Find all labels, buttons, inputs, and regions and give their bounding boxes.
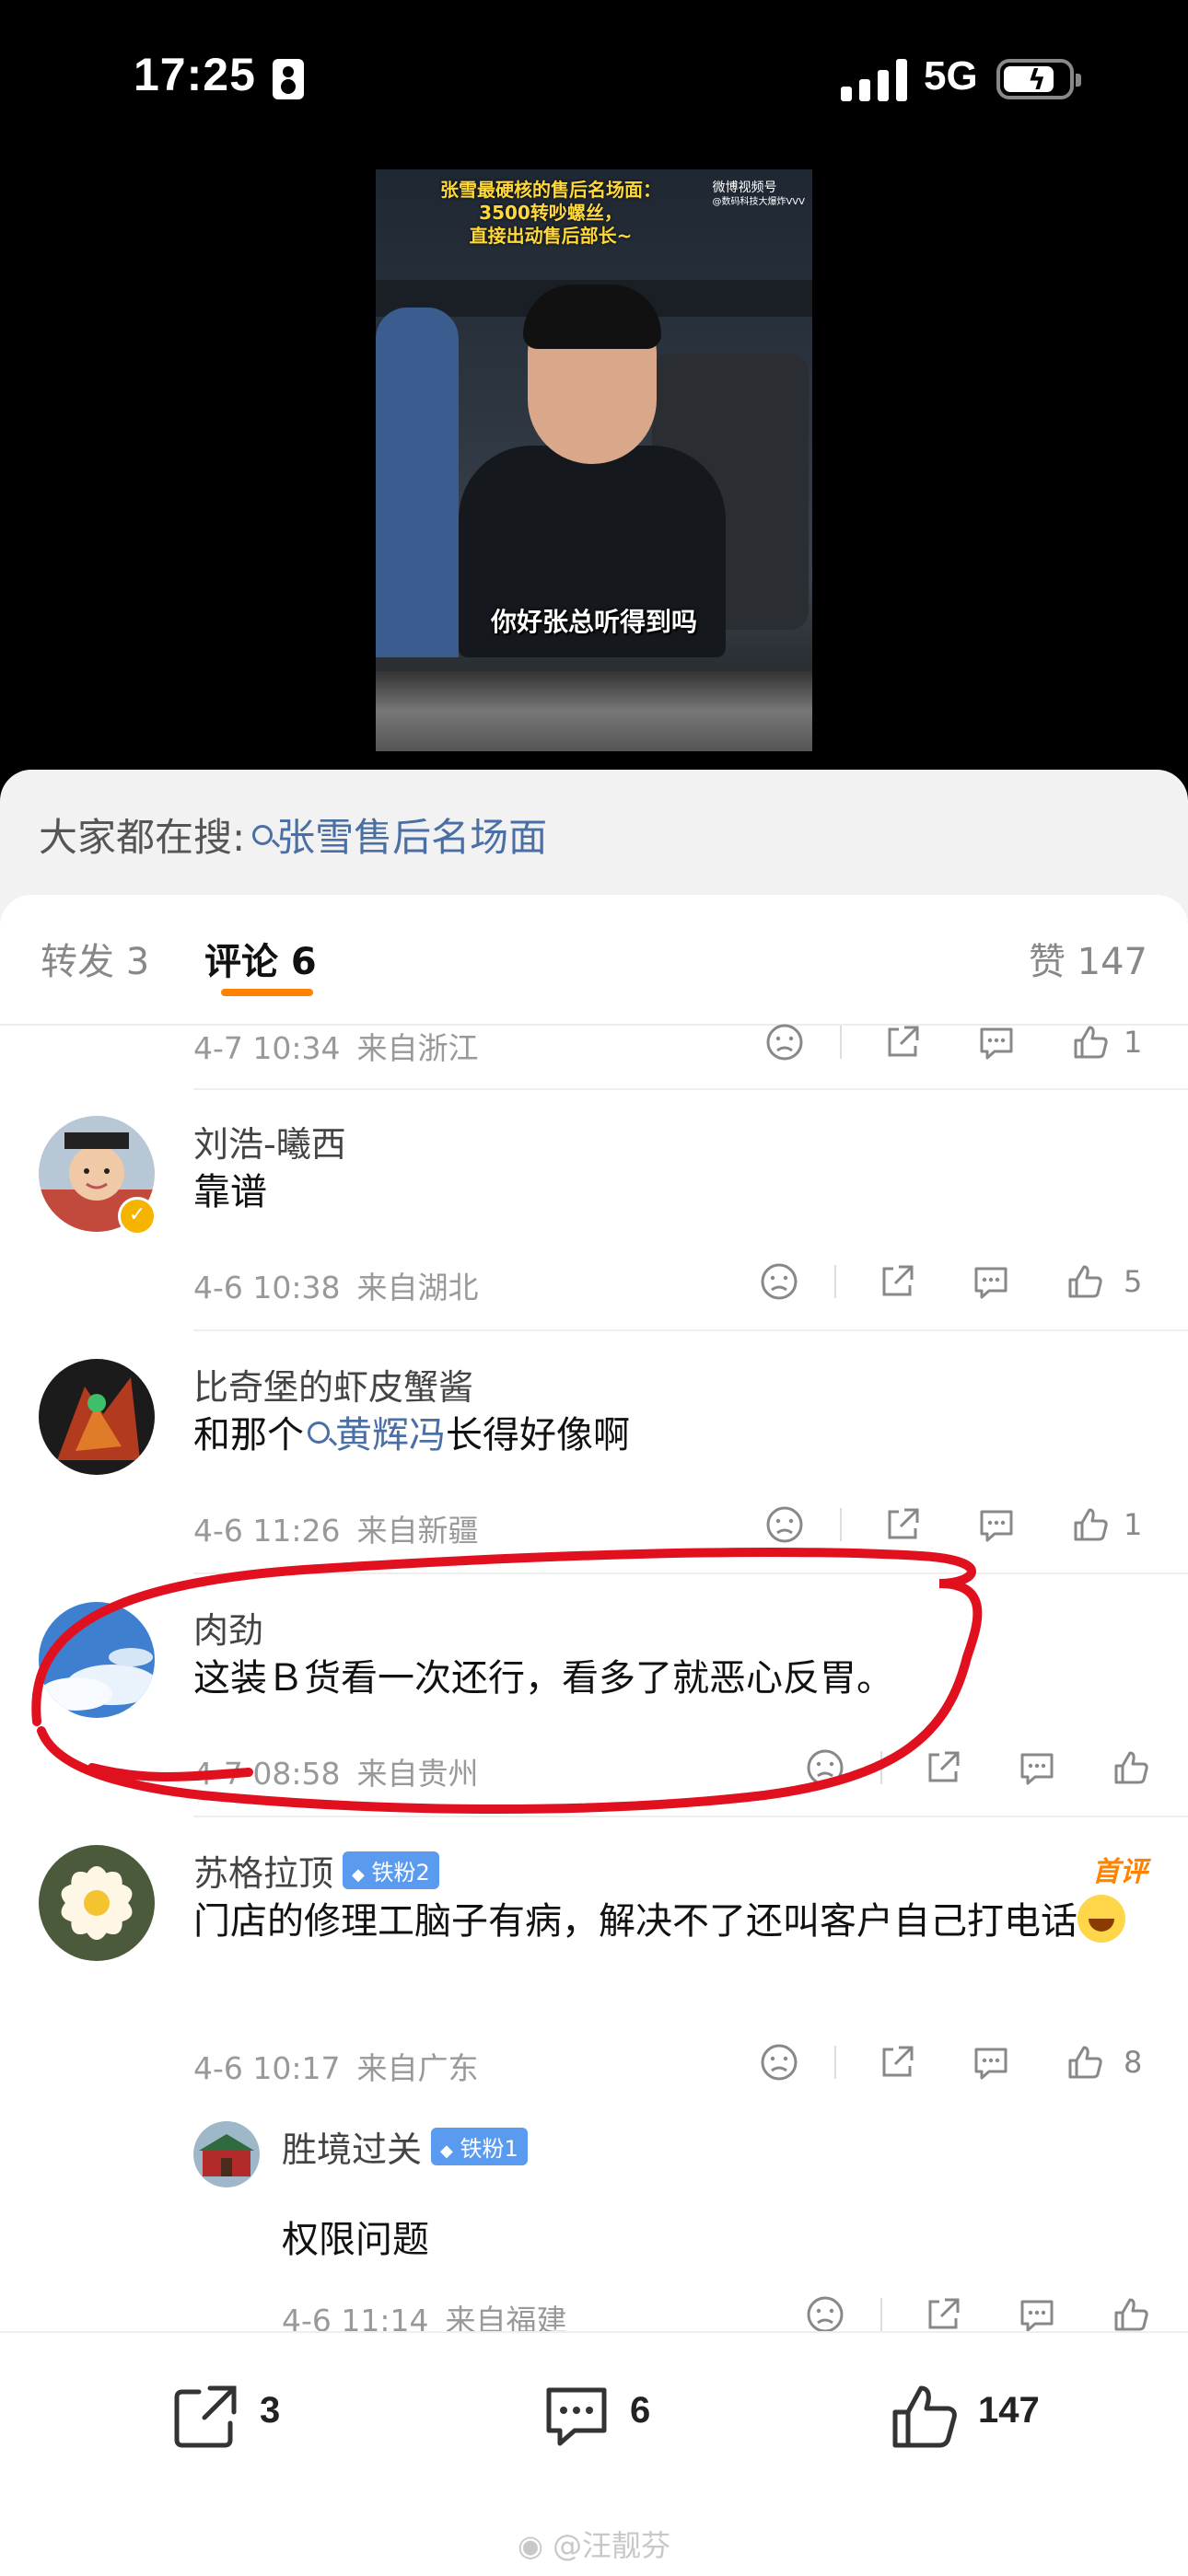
like-count: 5 xyxy=(1124,1264,1143,1299)
share-icon[interactable] xyxy=(882,1504,923,1545)
tab-likes[interactable]: 赞 147 xyxy=(1029,932,1147,985)
comment-meta: 4-6 10:17 来自广东 xyxy=(193,2050,479,2086)
comment-icon[interactable] xyxy=(971,2042,1011,2083)
like-count: 8 xyxy=(1124,2045,1143,2080)
tab-comments[interactable]: 评论 6 xyxy=(204,932,317,985)
list-item: 比奇堡的虾皮蟹酱 和那个 黄辉冯长得好像啊 4-6 11:26 来自新疆 1 xyxy=(0,1359,1188,1598)
dislike-icon[interactable] xyxy=(805,2294,845,2335)
list-item: 4-7 10:34 来自浙江 1 xyxy=(0,1024,1188,1090)
hot-search-link[interactable]: 张雪售后名场面 xyxy=(276,815,547,860)
comment-icon[interactable] xyxy=(971,1261,1011,1302)
comment-text: 这装Ｂ货看一次还行，看多了就恶心反胃。 xyxy=(193,1657,893,1700)
search-icon xyxy=(308,1421,330,1444)
video-subtitle: 你好张总听得到吗 xyxy=(490,607,697,637)
comment-text: 门店的修理工脑子有病，解决不了还叫客户自己打电话 xyxy=(193,1893,1151,1950)
reply-actions xyxy=(805,2294,1151,2335)
repost-button[interactable]: 3 xyxy=(169,2379,308,2453)
search-icon xyxy=(252,825,274,845)
share-icon[interactable] xyxy=(923,1747,963,1788)
video-player[interactable]: 张雪最硬核的售后名场面： 3500转吵螺丝， 直接出动售后部长~ 微博视频号 @… xyxy=(376,169,812,751)
weibo-logo-icon: ◉ xyxy=(517,2528,543,2563)
laugh-cry-emoji-icon xyxy=(1077,1895,1125,1943)
share-icon[interactable] xyxy=(877,2042,917,2083)
like-count: 1 xyxy=(1124,1025,1143,1060)
like-icon[interactable] xyxy=(1070,1022,1111,1062)
dislike-icon[interactable] xyxy=(764,1504,805,1545)
video-watermark: 微博视频号 @数码科技大爆炸VVV xyxy=(712,180,805,207)
network-type: 5G xyxy=(924,53,978,99)
tab-repost[interactable]: 转发 3 xyxy=(41,932,149,985)
list-item: ✓ 刘浩-曦西 靠谱 4-6 10:38 来自湖北 5 xyxy=(0,1116,1188,1355)
like-icon[interactable] xyxy=(1070,1504,1111,1545)
tab-indicator xyxy=(221,989,313,996)
comment-username[interactable]: 苏格拉顶 ◆ 铁粉2 xyxy=(193,1845,439,1896)
comment-icon[interactable] xyxy=(976,1022,1017,1062)
dislike-icon[interactable] xyxy=(759,1261,799,1302)
like-icon xyxy=(892,2385,957,2448)
avatar[interactable] xyxy=(193,2121,260,2187)
battery-icon: ϟ xyxy=(996,59,1081,99)
comment-meta: 4-6 11:26 来自新疆 xyxy=(193,1513,479,1549)
status-bar: 17:25 5G ϟ xyxy=(0,0,1188,166)
like-icon[interactable] xyxy=(1065,1261,1105,1302)
topic-link[interactable]: 黄辉冯 xyxy=(335,1414,446,1456)
comment-username[interactable]: 肉劲 xyxy=(193,1602,263,1653)
repost-icon xyxy=(174,2385,237,2448)
comment-meta: 4-6 10:38 来自湖北 xyxy=(193,1270,479,1305)
tab-bar: 转发 3 评论 6 赞 147 xyxy=(0,895,1188,1026)
bottom-action-bar: 3 6 147 ◉ @汪靓芬 xyxy=(0,2331,1188,2576)
status-time: 17:25 xyxy=(134,49,256,100)
comment-icon[interactable] xyxy=(1017,1747,1057,1788)
avatar[interactable] xyxy=(39,1845,155,1961)
reply-text: 权限问题 xyxy=(282,2219,429,2261)
reply-username[interactable]: 胜境过关 ◆ 铁粉1 xyxy=(282,2121,528,2172)
hot-search-row[interactable]: 大家都在搜: 张雪售后名场面 xyxy=(39,806,547,863)
person-icon xyxy=(273,59,304,99)
avatar[interactable] xyxy=(39,1359,155,1475)
list-item: 肉劲 这装Ｂ货看一次还行，看多了就恶心反胃。 4-7 08:58 来自贵州 xyxy=(0,1602,1188,1841)
comment-username[interactable]: 比奇堡的虾皮蟹酱 xyxy=(193,1359,473,1410)
hot-search-label: 大家都在搜: xyxy=(39,815,246,860)
fan-badge: ◆ 铁粉2 xyxy=(343,1851,439,1889)
comment-actions: 8 xyxy=(759,2042,1151,2083)
list-item: 苏格拉顶 ◆ 铁粉2 首评 门店的修理工脑子有病，解决不了还叫客户自己打电话 4-… xyxy=(0,1845,1188,2232)
comment-actions: 5 xyxy=(759,1261,1151,1302)
dislike-icon[interactable] xyxy=(764,1022,805,1062)
avatar[interactable] xyxy=(39,1602,155,1718)
comment-icon[interactable] xyxy=(976,1504,1017,1545)
share-icon[interactable] xyxy=(882,1022,923,1062)
verified-icon: ✓ xyxy=(118,1197,157,1236)
comment-icon xyxy=(546,2387,607,2446)
comment-button[interactable]: 6 xyxy=(540,2379,678,2453)
fan-badge: ◆ 铁粉1 xyxy=(431,2128,528,2165)
like-icon[interactable] xyxy=(1111,1747,1151,1788)
comment-text: 和那个 黄辉冯长得好像啊 xyxy=(193,1414,630,1456)
like-count: 1 xyxy=(1124,1507,1143,1542)
video-caption: 张雪最硬核的售后名场面： 3500转吵螺丝， 直接出动售后部长~ xyxy=(440,179,661,247)
footer-watermark: ◉ @汪靓芬 xyxy=(517,2528,671,2563)
comment-actions xyxy=(805,1747,1151,1788)
comment-text: 靠谱 xyxy=(193,1171,267,1213)
like-icon[interactable] xyxy=(1065,2042,1105,2083)
first-comment-badge: 首评 xyxy=(1092,1856,1147,1888)
comment-meta: 4-7 08:58 来自贵州 xyxy=(193,1756,479,1792)
signal-icon xyxy=(841,59,907,101)
comment-meta: 4-7 10:34 来自浙江 xyxy=(193,1030,479,1066)
comments-panel: 转发 3 评论 6 赞 147 4-7 10:34 来自浙江 1 ✓ 刘浩-曦西… xyxy=(0,895,1188,2574)
comment-actions: 1 xyxy=(764,1022,1151,1062)
comment-icon[interactable] xyxy=(1017,2294,1057,2335)
like-icon[interactable] xyxy=(1111,2294,1151,2335)
dislike-icon[interactable] xyxy=(759,2042,799,2083)
comment-actions: 1 xyxy=(764,1504,1151,1545)
comment-sheet: 大家都在搜: 张雪售后名场面 转发 3 评论 6 赞 147 4-7 10:34 来… xyxy=(0,770,1188,2574)
like-button[interactable]: 147 xyxy=(888,2379,1072,2453)
comment-username[interactable]: 刘浩-曦西 xyxy=(193,1116,346,1166)
share-icon[interactable] xyxy=(923,2294,963,2335)
dislike-icon[interactable] xyxy=(805,1747,845,1788)
share-icon[interactable] xyxy=(877,1261,917,1302)
